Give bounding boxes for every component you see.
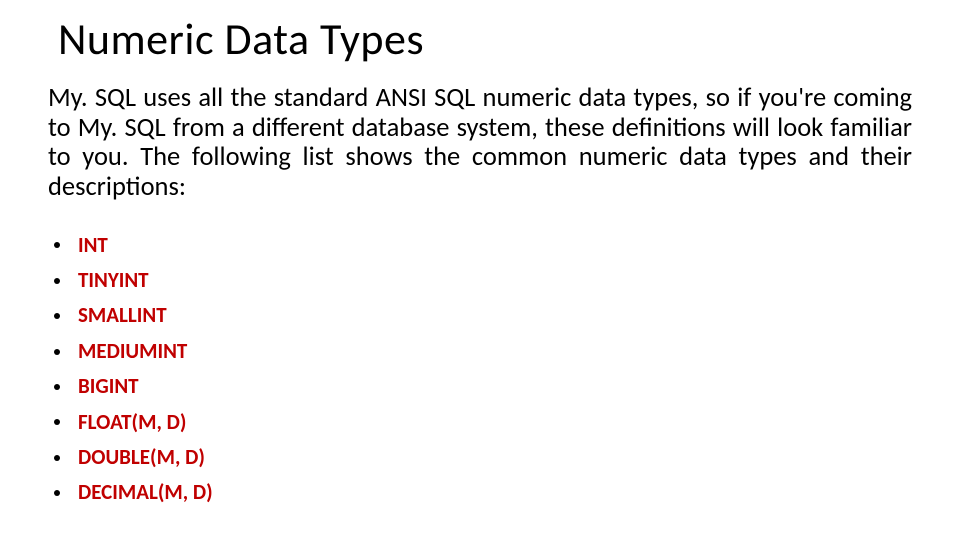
list-item: DOUBLE(M, D) — [54, 443, 912, 472]
list-item: SMALLINT — [54, 301, 912, 330]
list-item: BIGINT — [54, 372, 912, 401]
type-label: MEDIUMINT — [78, 337, 187, 366]
bullet-icon — [54, 242, 60, 248]
data-types-list: INT TINYINT SMALLINT MEDIUMINT BIGINT FL… — [54, 231, 912, 508]
type-label: DOUBLE(M, D) — [78, 443, 205, 472]
bullet-icon — [54, 419, 60, 425]
slide: Numeric Data Types My. SQL uses all the … — [0, 0, 960, 540]
bullet-icon — [54, 384, 60, 390]
bullet-icon — [54, 313, 60, 319]
type-label: DECIMAL(M, D) — [78, 478, 213, 507]
type-label: SMALLINT — [78, 301, 167, 330]
bullet-icon — [54, 278, 60, 284]
list-item: TINYINT — [54, 266, 912, 295]
type-label: TINYINT — [78, 266, 149, 295]
bullet-icon — [54, 455, 60, 461]
list-item: DECIMAL(M, D) — [54, 478, 912, 507]
list-item: MEDIUMINT — [54, 337, 912, 366]
intro-paragraph: My. SQL uses all the standard ANSI SQL n… — [48, 84, 912, 203]
list-item: INT — [54, 231, 912, 260]
type-label: FLOAT(M, D) — [78, 408, 186, 437]
slide-title: Numeric Data Types — [58, 12, 912, 66]
list-item: FLOAT(M, D) — [54, 408, 912, 437]
type-label: BIGINT — [78, 372, 139, 401]
bullet-icon — [54, 490, 60, 496]
type-label: INT — [78, 231, 108, 260]
bullet-icon — [54, 349, 60, 355]
